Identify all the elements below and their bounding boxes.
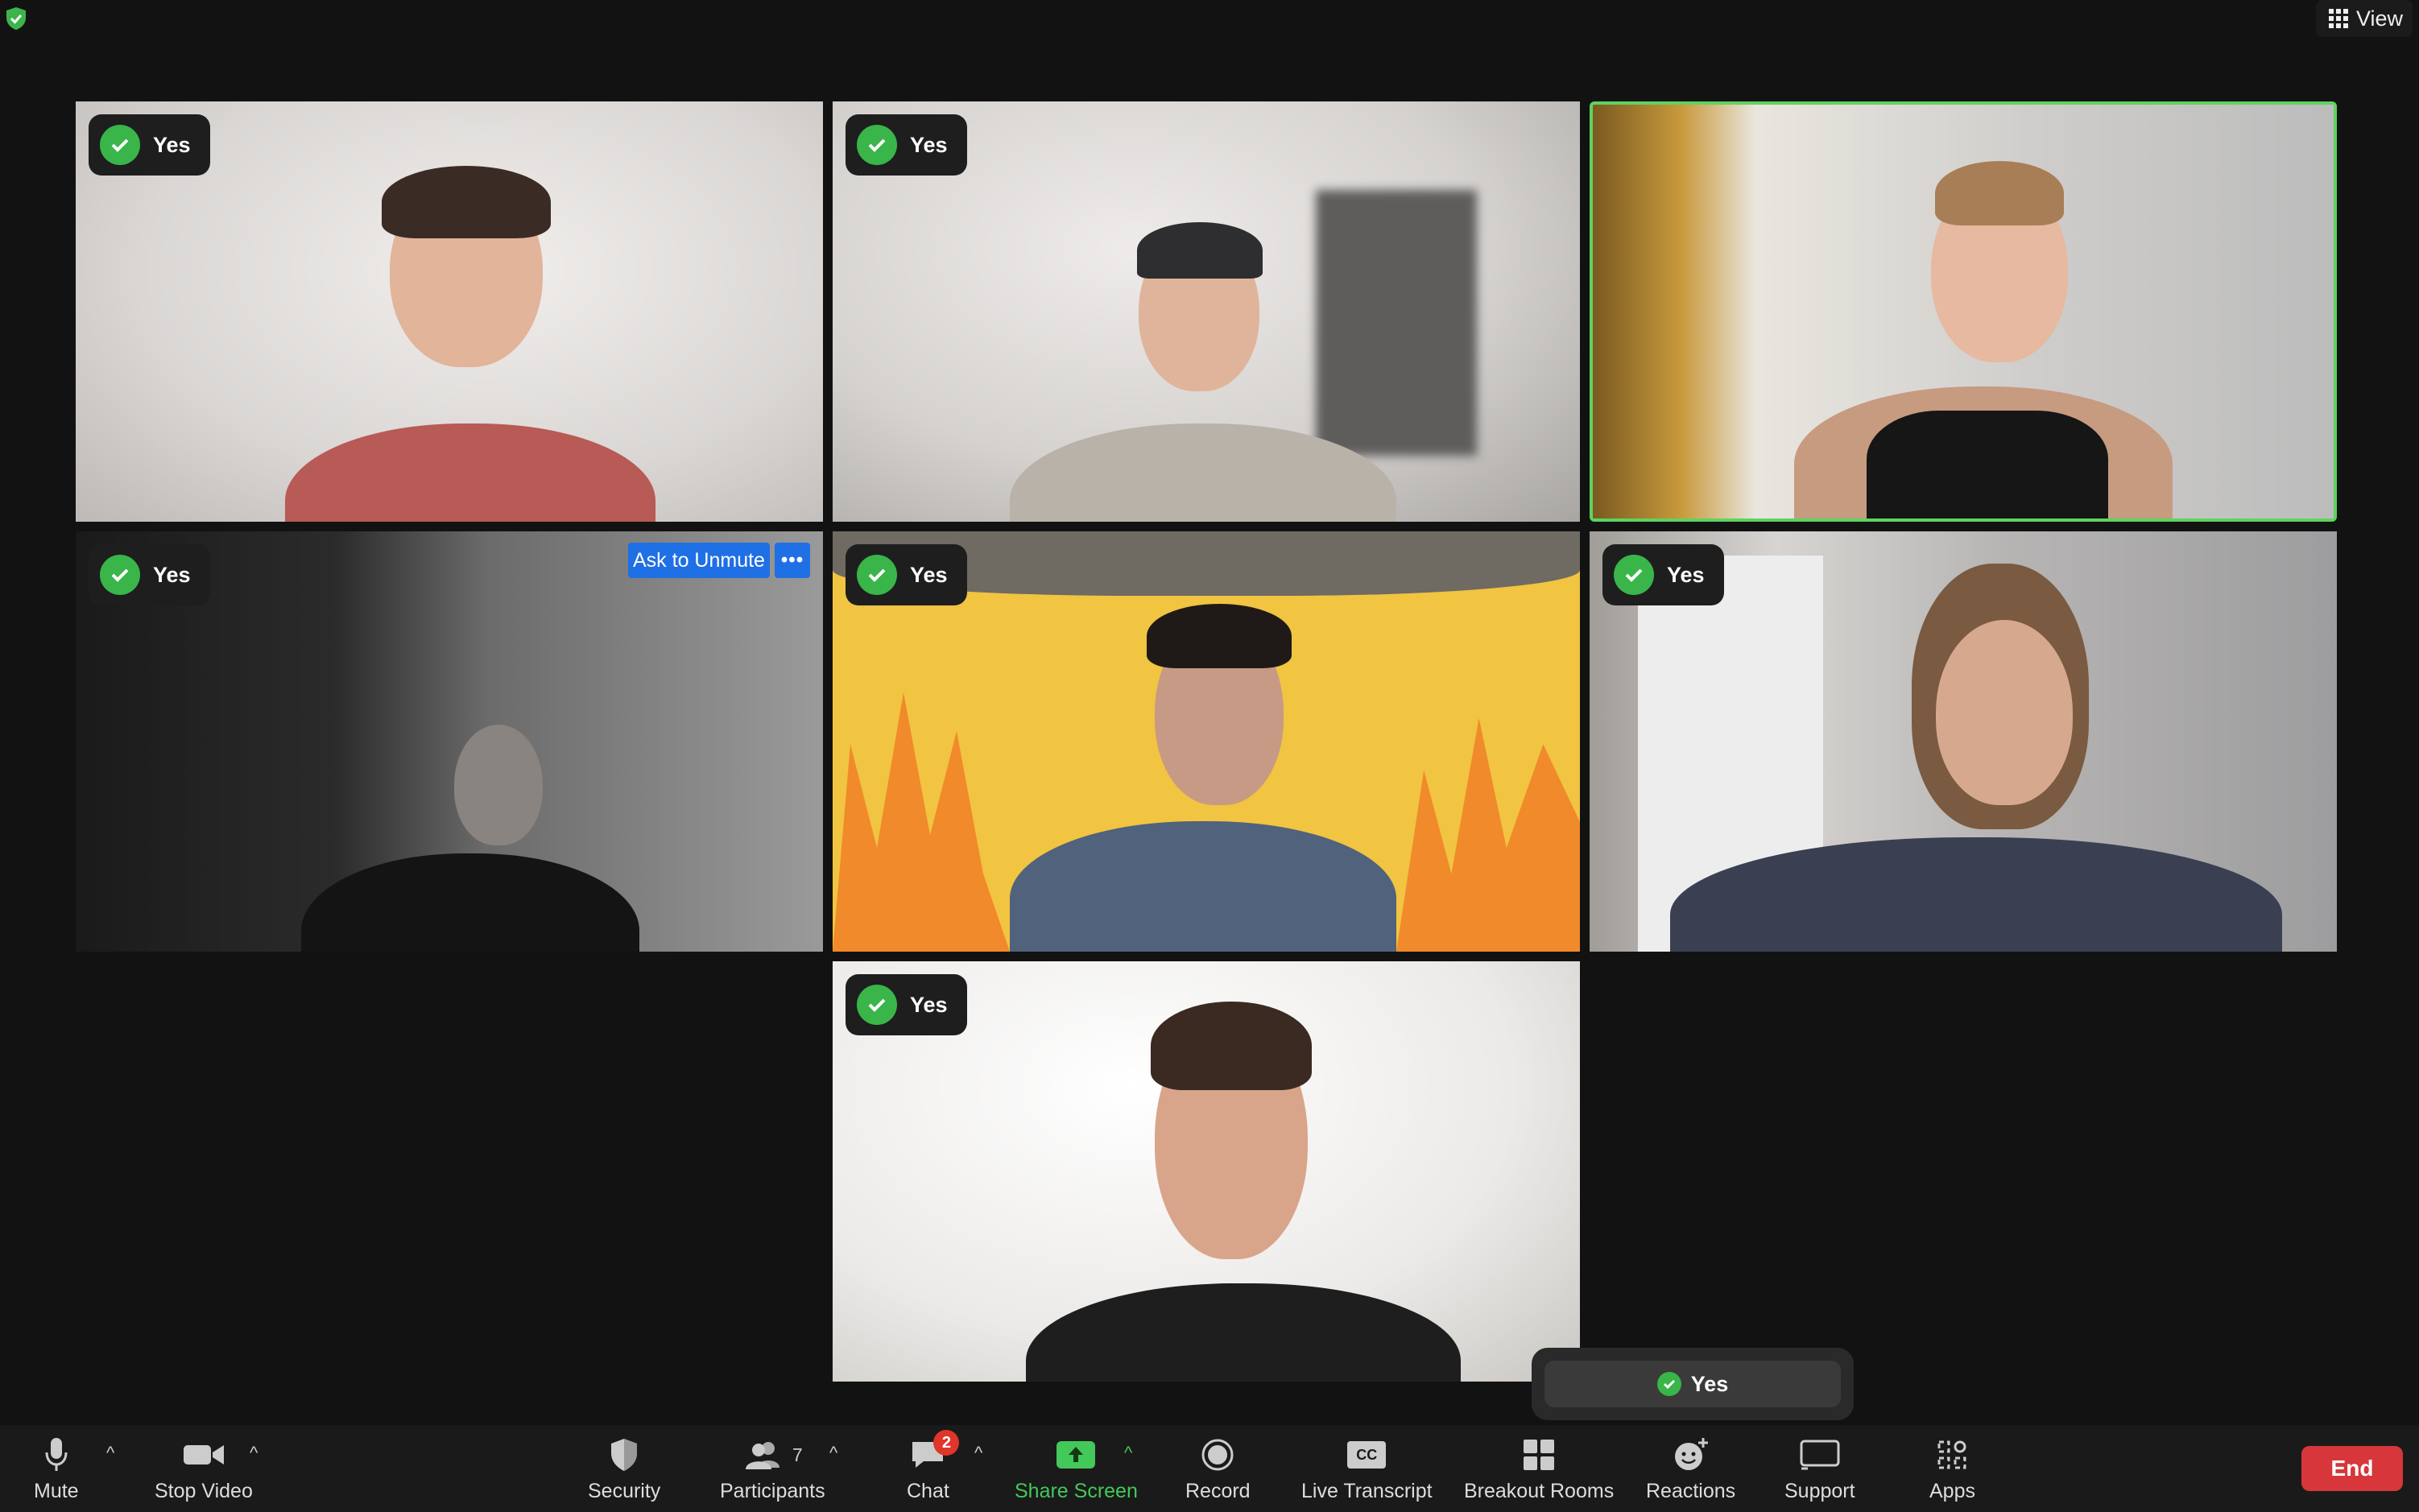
participant-video	[382, 166, 551, 238]
support-cast-icon	[1800, 1440, 1840, 1470]
video-tile-participant-1[interactable]: Yes	[76, 101, 823, 522]
participant-video	[1137, 222, 1263, 279]
microphone-icon	[45, 1438, 68, 1471]
participant-video	[1935, 161, 2064, 225]
view-button[interactable]: View	[2316, 0, 2413, 37]
video-options-caret[interactable]: ^	[250, 1443, 258, 1464]
poll-answer-label: Yes	[1667, 562, 1705, 587]
reactions-smiley-icon	[1674, 1438, 1708, 1470]
poll-answer-label: Yes	[910, 562, 948, 587]
poll-answer-label: Yes	[910, 992, 948, 1017]
own-poll-answer-popup: Yes	[1532, 1348, 1854, 1420]
poll-answer-label: Yes	[153, 132, 191, 157]
participants-button[interactable]: 7 Participants	[720, 1435, 825, 1507]
record-label: Record	[1185, 1480, 1251, 1502]
poll-answer-label: Yes	[910, 132, 948, 157]
participants-icon	[745, 1442, 779, 1469]
encryption-shield-icon[interactable]	[5, 6, 27, 31]
participant-video	[301, 853, 639, 952]
own-poll-answer[interactable]: Yes	[1544, 1361, 1841, 1407]
share-screen-button[interactable]: Share Screen	[1015, 1435, 1138, 1507]
check-icon	[857, 985, 897, 1025]
check-icon	[857, 555, 897, 595]
poll-answer-badge: Yes	[846, 114, 967, 176]
poll-answer-badge: Yes	[846, 544, 967, 605]
check-icon	[1656, 1372, 1681, 1396]
participants-options-caret[interactable]: ^	[829, 1443, 837, 1464]
participant-video	[285, 423, 655, 522]
video-tile-participant-7[interactable]: Yes	[833, 961, 1580, 1382]
live-transcript-button[interactable]: CC Live Transcript	[1301, 1435, 1433, 1507]
apps-label: Apps	[1929, 1480, 1975, 1502]
ask-to-unmute-button[interactable]: Ask to Unmute	[628, 543, 770, 578]
more-options-button[interactable]: •••	[775, 543, 810, 578]
mute-label: Mute	[34, 1480, 79, 1502]
live-transcript-label: Live Transcript	[1301, 1480, 1433, 1502]
participant-video	[1396, 718, 1580, 952]
breakout-rooms-icon	[1524, 1440, 1555, 1470]
reactions-button[interactable]: Reactions	[1646, 1435, 1735, 1507]
meeting-controls-toolbar: Mute ^ Stop Video ^ Security 7 Participa…	[0, 1425, 2419, 1512]
share-screen-label: Share Screen	[1015, 1480, 1138, 1502]
poll-answer-badge: Yes	[1602, 544, 1724, 605]
video-tile-participant-2[interactable]: Yes	[833, 101, 1580, 522]
check-icon	[1614, 555, 1654, 595]
support-button[interactable]: Support	[1784, 1435, 1855, 1507]
poll-answer-badge: Yes	[89, 544, 210, 605]
participant-video	[1147, 604, 1292, 668]
breakout-rooms-label: Breakout Rooms	[1464, 1480, 1615, 1502]
share-screen-options-caret[interactable]: ^	[1124, 1443, 1132, 1464]
chat-button[interactable]: 2 Chat	[907, 1430, 960, 1507]
participant-video	[1936, 620, 2073, 805]
participant-video	[454, 725, 543, 845]
participant-video	[1010, 821, 1396, 952]
security-button[interactable]: Security	[588, 1435, 660, 1507]
participant-video	[1151, 1002, 1312, 1090]
record-button[interactable]: Record	[1185, 1435, 1251, 1507]
audio-options-caret[interactable]: ^	[106, 1443, 114, 1464]
participant-video	[1026, 1283, 1461, 1382]
chat-unread-badge: 2	[933, 1430, 960, 1456]
own-poll-answer-label: Yes	[1690, 1371, 1729, 1396]
mute-button[interactable]: Mute	[34, 1435, 79, 1507]
participants-label: Participants	[720, 1480, 825, 1502]
poll-answer-badge: Yes	[846, 974, 967, 1035]
apps-icon	[1937, 1440, 1966, 1469]
video-tile-participant-5[interactable]: Yes	[833, 531, 1580, 952]
view-label: View	[2356, 6, 2404, 31]
participant-video	[833, 692, 1010, 952]
chat-options-caret[interactable]: ^	[974, 1443, 982, 1464]
participants-count: 7	[792, 1444, 803, 1465]
video-tile-participant-6[interactable]: Yes	[1590, 531, 2337, 952]
check-icon	[100, 555, 140, 595]
apps-button[interactable]: Apps	[1929, 1435, 1975, 1507]
video-camera-icon	[183, 1445, 224, 1464]
support-label: Support	[1784, 1480, 1855, 1502]
check-icon	[857, 125, 897, 165]
reactions-label: Reactions	[1646, 1480, 1736, 1502]
grid-view-icon	[2329, 9, 2348, 28]
participant-video	[1316, 190, 1477, 456]
share-screen-icon	[1057, 1441, 1096, 1469]
closed-caption-icon: CC	[1347, 1441, 1387, 1469]
security-label: Security	[588, 1480, 661, 1502]
stop-video-label: Stop Video	[155, 1480, 253, 1502]
check-icon	[100, 125, 140, 165]
video-tile-participant-3-active-speaker[interactable]	[1590, 101, 2337, 522]
end-meeting-button[interactable]: End	[2301, 1446, 2403, 1491]
poll-answer-badge: Yes	[89, 114, 210, 176]
chat-label: Chat	[907, 1480, 949, 1502]
stop-video-button[interactable]: Stop Video	[155, 1435, 253, 1507]
participant-video	[1867, 411, 2108, 518]
record-icon	[1201, 1439, 1234, 1471]
security-shield-icon	[611, 1439, 638, 1471]
poll-answer-label: Yes	[153, 562, 191, 587]
breakout-rooms-button[interactable]: Breakout Rooms	[1464, 1435, 1614, 1507]
video-tile-participant-4[interactable]: Yes Ask to Unmute •••	[76, 531, 823, 952]
